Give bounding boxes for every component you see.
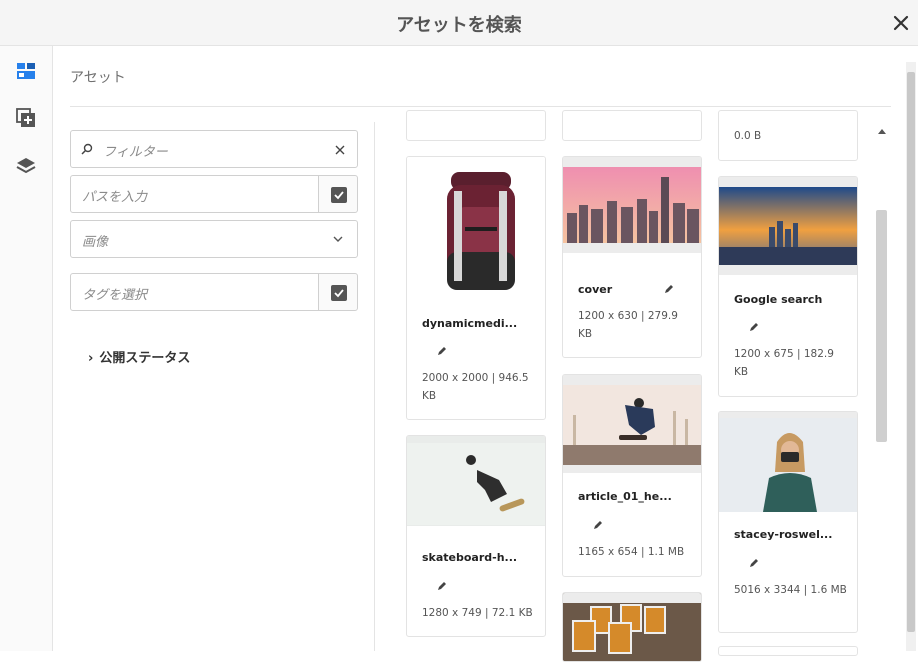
asset-card-partial[interactable] — [406, 110, 546, 141]
publish-status-toggle[interactable]: › 公開ステータス — [88, 347, 190, 366]
asset-meta: 1200 x 675 | 182.9 KB — [734, 348, 834, 378]
asset-thumbnail — [407, 436, 545, 526]
path-select-button[interactable] — [318, 175, 358, 213]
type-select-value: 画像 — [82, 235, 109, 250]
asset-card[interactable]: dynamicmedi... 2000 x 2000 | 946.5 KB — [406, 156, 546, 420]
asset-meta: 2000 x 2000 | 946.5 KB — [422, 372, 529, 402]
path-input[interactable]: パスを入力 — [70, 175, 319, 213]
edit-icon[interactable] — [748, 557, 760, 569]
check-icon — [331, 285, 347, 301]
asset-meta: 1200 x 630 | 279.9 KB — [578, 310, 678, 340]
tag-select-button[interactable] — [318, 273, 358, 311]
edit-icon[interactable] — [436, 580, 448, 592]
close-icon[interactable] — [890, 12, 912, 34]
chevron-down-icon — [333, 236, 343, 242]
asset-meta: 1280 x 749 | 72.1 KB — [422, 607, 533, 619]
asset-card-partial[interactable]: 0.0 B — [718, 110, 858, 161]
asset-card-partial[interactable] — [562, 592, 702, 662]
asset-thumbnail — [719, 177, 857, 275]
grid-scrollbar-thumb[interactable] — [876, 210, 887, 442]
edit-icon[interactable] — [663, 283, 675, 295]
type-select[interactable]: 画像 — [70, 220, 358, 258]
search-icon — [81, 143, 93, 155]
asset-name: cover — [578, 283, 613, 296]
asset-thumbnail — [563, 375, 701, 473]
asset-meta: 0.0 B — [734, 130, 762, 142]
dialog-header: アセットを検索 — [0, 0, 918, 46]
asset-card[interactable]: article_01_he... 1165 x 654 | 1.1 MB — [562, 374, 702, 577]
asset-thumbnail — [719, 412, 857, 512]
edit-icon[interactable] — [592, 519, 604, 531]
asset-name: dynamicmedi... — [422, 317, 518, 330]
asset-card[interactable]: cover 1200 x 630 | 279.9 KB — [562, 156, 702, 358]
path-placeholder: パスを入力 — [82, 190, 148, 205]
asset-thumbnail — [563, 593, 701, 661]
filter-input[interactable]: フィルター — [70, 130, 358, 168]
dialog-scrollbar[interactable] — [906, 62, 916, 651]
asset-thumbnail — [407, 157, 545, 297]
asset-card[interactable]: stacey-roswel... 5016 x 3344 | 1.6 MB — [718, 411, 858, 633]
asset-meta: 5016 x 3344 | 1.6 MB — [734, 584, 847, 596]
tag-input[interactable]: タグを選択 — [70, 273, 319, 311]
edit-icon[interactable] — [748, 321, 760, 333]
asset-card[interactable]: skateboard-h... 1280 x 749 | 72.1 KB — [406, 435, 546, 637]
asset-meta: 1165 x 654 | 1.1 MB — [578, 546, 685, 558]
asset-card-partial[interactable] — [562, 110, 702, 141]
panel-title: アセット — [70, 70, 126, 86]
publish-status-label: 公開ステータス — [99, 351, 191, 366]
edit-icon[interactable] — [436, 345, 448, 357]
chevron-right-icon: › — [88, 351, 94, 366]
asset-name: skateboard-h... — [422, 551, 518, 564]
asset-name: article_01_he... — [578, 490, 672, 503]
asset-name: stacey-roswel... — [734, 528, 833, 541]
asset-card[interactable]: Google search 1200 x 675 | 182.9 KB — [718, 176, 858, 397]
check-icon — [331, 187, 347, 203]
assets-icon[interactable] — [16, 61, 36, 81]
clear-icon[interactable] — [335, 145, 345, 155]
divider — [70, 106, 891, 107]
asset-thumbnail — [563, 157, 701, 253]
left-rail — [0, 46, 53, 651]
asset-name: Google search — [734, 293, 823, 306]
asset-card-partial[interactable] — [718, 646, 858, 656]
panel-divider — [374, 122, 375, 651]
tag-placeholder: タグを選択 — [82, 288, 148, 303]
filter-placeholder: フィルター — [103, 145, 168, 160]
dialog-scrollbar-thumb[interactable] — [907, 72, 915, 632]
layers-icon[interactable] — [16, 156, 36, 176]
dialog-title: アセットを検索 — [396, 15, 522, 36]
scroll-up-arrow-icon[interactable] — [877, 127, 887, 137]
add-collection-icon[interactable] — [16, 108, 36, 128]
